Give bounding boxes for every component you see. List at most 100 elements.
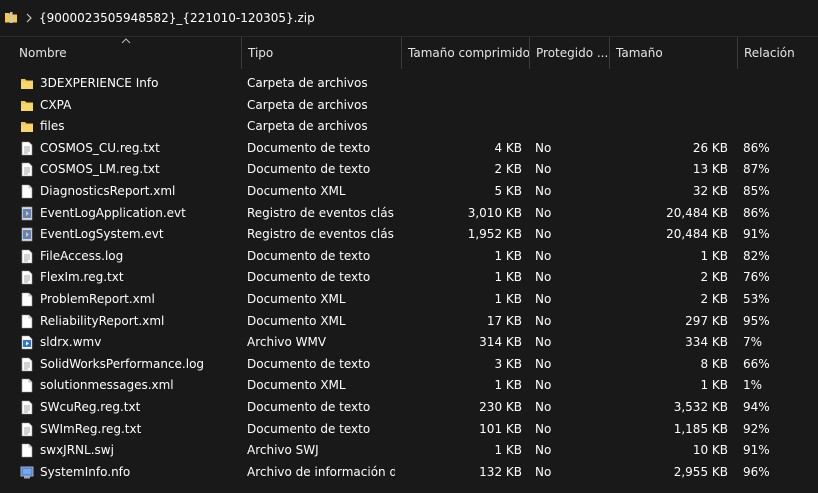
file-type: Archivo WMV: [247, 335, 327, 350]
file-type: Documento XML: [247, 378, 346, 393]
xml-file-icon: [20, 378, 34, 393]
text-file-icon: [20, 141, 34, 156]
file-ratio: 7%: [743, 335, 763, 350]
file-list: 3DEXPERIENCE Info Carpeta de archivos CXPA…: [0, 73, 818, 483]
file-protected: No: [535, 205, 552, 220]
text-file-icon: [20, 162, 34, 177]
event-log-icon: [20, 227, 34, 242]
file-protected: No: [535, 140, 552, 155]
file-row[interactable]: SWImReg.reg.txt Documento de texto 101 KB N…: [0, 419, 818, 441]
file-type: Documento de texto: [247, 162, 371, 177]
column-header-name[interactable]: Nombre: [13, 37, 242, 69]
file-row[interactable]: swxJRNL.swj Archivo SWJ 1 KB No 10 KB 91%: [0, 440, 818, 462]
file-name: COSMOS_CU.reg.txt: [40, 140, 160, 155]
file-size: 20,484 KB: [666, 227, 728, 242]
file-protected: [535, 73, 605, 95]
text-file-icon: [20, 270, 34, 285]
file-name: files: [40, 119, 65, 134]
file-compressed-size: 1 KB: [494, 291, 522, 306]
file-type: Carpeta de archivos: [247, 76, 368, 90]
file-row[interactable]: COSMOS_CU.reg.txt Documento de texto 4 KB N…: [0, 138, 818, 160]
file-name: CXPA: [40, 97, 72, 112]
folder-icon: [20, 119, 34, 134]
file-type: Carpeta de archivos: [247, 119, 368, 134]
column-header-ratio[interactable]: Relación: [738, 37, 818, 69]
file-compressed-size: 4 KB: [494, 140, 522, 155]
file-row[interactable]: FileAccess.log Documento de texto 1 KB No 1 …: [0, 246, 818, 268]
file-row[interactable]: ReliabilityReport.xml Documento XML 17 KB N…: [0, 311, 818, 333]
file-size: 1 KB: [700, 378, 728, 393]
chevron-right-icon[interactable]: [25, 13, 33, 23]
file-ratio: 82%: [743, 248, 770, 263]
file-size: [610, 116, 728, 138]
file-name: solutionmessages.xml: [40, 378, 174, 393]
file-compressed-size: 5 KB: [494, 183, 522, 198]
xml-file-icon: [20, 292, 34, 307]
column-header: Nombre Tipo Tamaño comprimido Protegido …: [0, 37, 818, 69]
file-ratio: [743, 95, 803, 117]
file-ratio: 96%: [743, 464, 770, 479]
file-type: Registro de eventos clásico: [247, 205, 395, 220]
column-header-size[interactable]: Tamaño: [610, 37, 738, 69]
column-header-protected[interactable]: Protegido ...: [530, 37, 610, 69]
file-ratio: 76%: [743, 270, 770, 285]
file-ratio: 86%: [743, 205, 770, 220]
file-size: 334 KB: [685, 335, 728, 350]
file-size: 26 KB: [692, 140, 728, 155]
file-row[interactable]: COSMOS_LM.reg.txt Documento de texto 2 KB N…: [0, 159, 818, 181]
file-protected: [535, 116, 605, 138]
address-path[interactable]: {9000023505948582}_{221010-120305}.zip: [39, 11, 315, 25]
file-name: EventLogSystem.evt: [40, 227, 164, 242]
file-compressed-size: [402, 116, 522, 138]
file-compressed-size: [402, 73, 522, 95]
text-file-icon: [20, 357, 34, 372]
file-row[interactable]: ProblemReport.xml Documento XML 1 KB No 2 KB…: [0, 289, 818, 311]
file-ratio: 92%: [743, 421, 770, 436]
address-bar[interactable]: {9000023505948582}_{221010-120305}.zip: [0, 0, 818, 37]
file-protected: No: [535, 183, 552, 198]
file-row[interactable]: SWcuReg.reg.txt Documento de texto 230 KB N…: [0, 397, 818, 419]
file-row[interactable]: files Carpeta de archivos: [0, 116, 818, 138]
file-type: Documento XML: [247, 313, 346, 328]
file-row[interactable]: EventLogApplication.evt Registro de event…: [0, 203, 818, 225]
file-row[interactable]: CXPA Carpeta de archivos: [0, 95, 818, 117]
file-row[interactable]: FlexIm.reg.txt Documento de texto 1 KB No 2 …: [0, 267, 818, 289]
file-compressed-size: 132 KB: [479, 464, 522, 479]
column-header-compressed-size[interactable]: Tamaño comprimido: [402, 37, 530, 69]
file-compressed-size: 1 KB: [494, 248, 522, 263]
file-compressed-size: 1 KB: [494, 378, 522, 393]
file-compressed-size: 101 KB: [479, 421, 522, 436]
xml-file-icon: [20, 184, 34, 199]
text-file-icon: [20, 249, 34, 264]
video-file-icon: [20, 335, 34, 350]
file-row[interactable]: 3DEXPERIENCE Info Carpeta de archivos: [0, 73, 818, 95]
file-row[interactable]: SolidWorksPerformance.log Documento de te…: [0, 354, 818, 376]
file-size: 2 KB: [700, 270, 728, 285]
file-row[interactable]: DiagnosticsReport.xml Documento XML 5 KB No…: [0, 181, 818, 203]
file-row[interactable]: EventLogSystem.evt Registro de eventos cl…: [0, 224, 818, 246]
file-row[interactable]: solutionmessages.xml Documento XML 1 KB No 1…: [0, 375, 818, 397]
file-size: 2 KB: [700, 291, 728, 306]
file-type: Documento de texto: [247, 421, 371, 436]
file-protected: No: [535, 162, 552, 177]
file-type: Documento de texto: [247, 140, 371, 155]
folder-icon: [20, 76, 34, 91]
file-name: FlexIm.reg.txt: [40, 270, 124, 285]
file-size: 297 KB: [685, 313, 728, 328]
file-name: COSMOS_LM.reg.txt: [40, 162, 160, 177]
file-protected: No: [535, 421, 552, 436]
file-protected: No: [535, 378, 552, 393]
file-compressed-size: 1 KB: [494, 443, 522, 458]
file-ratio: 66%: [743, 356, 770, 371]
file-name: sldrx.wmv: [40, 335, 102, 350]
file-ratio: [743, 116, 803, 138]
file-compressed-size: 17 KB: [486, 313, 522, 328]
file-protected: No: [535, 248, 552, 263]
file-type: Documento de texto: [247, 270, 371, 285]
file-row[interactable]: SystemInfo.nfo Archivo de información d..…: [0, 462, 818, 484]
event-log-icon: [20, 206, 34, 221]
file-name: 3DEXPERIENCE Info: [40, 76, 159, 90]
file-row[interactable]: sldrx.wmv Archivo WMV 314 KB No 334 KB 7%: [0, 332, 818, 354]
file-name: SWcuReg.reg.txt: [40, 399, 141, 414]
column-header-type[interactable]: Tipo: [242, 37, 402, 69]
